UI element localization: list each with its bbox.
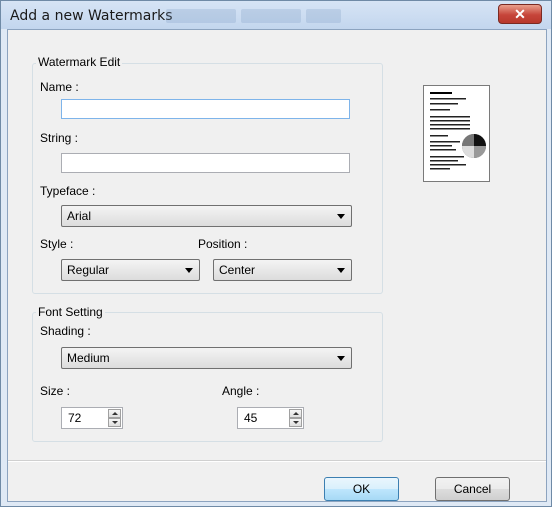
background-ghost-tab — [306, 9, 341, 23]
document-preview-graphic — [430, 92, 486, 170]
size-label: Size : — [40, 384, 71, 398]
spin-up-icon[interactable] — [289, 409, 302, 418]
typeface-value: Arial — [67, 209, 92, 223]
position-dropdown[interactable]: Center — [213, 259, 352, 281]
dialog-window: Add a new Watermarks ✕ Watermark Edit Na… — [0, 0, 552, 507]
dialog-content: Watermark Edit Name : String : Typeface … — [7, 29, 547, 502]
button-separator — [8, 460, 546, 462]
angle-label: Angle : — [222, 384, 260, 398]
title-bar[interactable]: Add a new Watermarks ✕ — [1, 1, 551, 29]
chevron-down-icon — [185, 268, 193, 273]
size-spinner[interactable]: 72 — [61, 407, 123, 429]
angle-spinner[interactable]: 45 — [237, 407, 304, 429]
angle-value: 45 — [244, 411, 258, 425]
chevron-down-icon — [337, 268, 345, 273]
window-title: Add a new Watermarks — [10, 8, 173, 24]
spin-down-icon[interactable] — [289, 418, 302, 427]
shading-dropdown[interactable]: Medium — [61, 347, 352, 369]
position-value: Center — [219, 263, 256, 277]
size-spinner-buttons — [108, 409, 121, 427]
typeface-dropdown[interactable]: Arial — [61, 205, 352, 227]
font-setting-legend: Font Setting — [36, 305, 105, 319]
position-label: Position : — [198, 237, 248, 251]
style-label: Style : — [40, 237, 74, 251]
watermark-edit-legend: Watermark Edit — [36, 55, 123, 69]
close-icon: ✕ — [514, 6, 526, 22]
ok-button[interactable]: OK — [324, 477, 399, 501]
string-label: String : — [40, 131, 79, 145]
typeface-label: Typeface : — [40, 184, 96, 198]
cancel-button[interactable]: Cancel — [435, 477, 510, 501]
background-ghost-tab — [241, 9, 301, 23]
chevron-down-icon — [337, 356, 345, 361]
name-label: Name : — [40, 80, 79, 94]
name-input[interactable] — [61, 99, 350, 119]
chevron-down-icon — [337, 214, 345, 219]
shading-value: Medium — [67, 351, 110, 365]
string-input[interactable] — [61, 153, 350, 173]
style-dropdown[interactable]: Regular — [61, 259, 200, 281]
background-ghost-tab — [166, 9, 236, 23]
style-value: Regular — [67, 263, 110, 277]
angle-spinner-buttons — [289, 409, 302, 427]
spin-up-icon[interactable] — [108, 409, 121, 418]
spin-down-icon[interactable] — [108, 418, 121, 427]
watermark-preview-icon — [423, 85, 490, 182]
shading-label: Shading : — [40, 324, 91, 338]
size-value: 72 — [68, 411, 82, 425]
close-button[interactable]: ✕ — [498, 4, 542, 24]
